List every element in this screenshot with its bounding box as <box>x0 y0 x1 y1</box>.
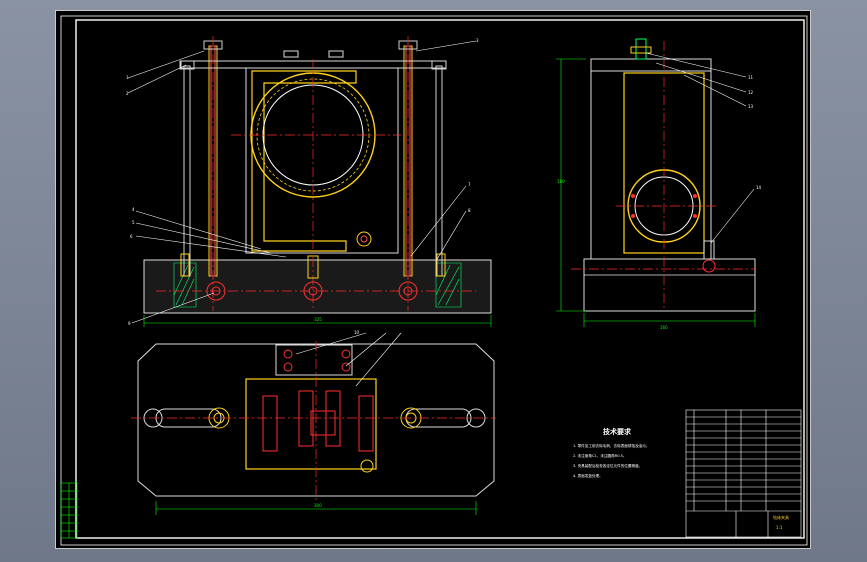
tech-req-2: 2. 未注倒角C1，未注圆角R0.5。 <box>573 453 627 458</box>
svg-text:180: 180 <box>557 179 565 184</box>
tech-req-title: 技术要求 <box>603 427 632 436</box>
balloon-3: 3 <box>476 38 479 43</box>
balloon-10: 10 <box>354 330 360 335</box>
side-view: 180 160 11 12 13 14 <box>556 38 762 330</box>
balloon-5: 5 <box>132 220 135 225</box>
balloon-7: 7 <box>468 182 471 187</box>
title-block-scale: 1:1 <box>776 525 783 530</box>
svg-text:325: 325 <box>314 317 322 322</box>
revision-strip <box>60 482 78 539</box>
balloon-8: 8 <box>468 208 471 213</box>
balloon-11: 11 <box>748 75 754 80</box>
engineering-drawing: 325 1 2 3 4 5 6 7 8 9 180 160 11 12 13 1… <box>60 15 808 546</box>
front-view: 325 1 2 3 4 5 6 7 8 9 <box>126 36 492 327</box>
tech-req-3: 3. 夹具装配后检查各定位元件的位置精度。 <box>573 463 642 468</box>
balloon-12: 12 <box>748 90 754 95</box>
svg-text:300: 300 <box>314 503 322 508</box>
technical-requirements: 技术要求 1. 零件加工前去除毛刺，去除表面锈蚀及油污。 2. 未注倒角C1，未… <box>573 427 649 478</box>
svg-text:160: 160 <box>660 325 668 330</box>
title-block-name: 钻床夹具 <box>773 514 789 520</box>
tech-req-4: 4. 表面发蓝处理。 <box>573 473 603 478</box>
balloon-6: 6 <box>130 234 133 239</box>
balloon-14: 14 <box>756 185 762 190</box>
tech-req-1: 1. 零件加工前去除毛刺，去除表面锈蚀及油污。 <box>573 443 649 448</box>
balloon-13: 13 <box>748 104 754 109</box>
cad-viewport[interactable]: 325 1 2 3 4 5 6 7 8 9 180 160 11 12 13 1… <box>55 10 811 549</box>
balloon-2: 2 <box>126 91 129 96</box>
top-view: 300 10 <box>131 330 496 515</box>
balloon-4: 4 <box>132 207 135 212</box>
balloon-9: 9 <box>128 321 131 326</box>
